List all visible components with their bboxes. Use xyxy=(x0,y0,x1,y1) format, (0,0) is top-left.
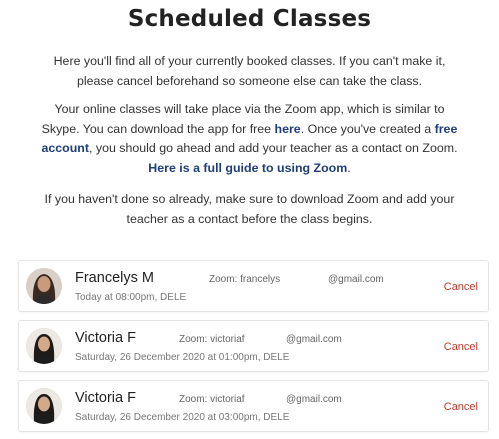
teacher-name: Victoria F xyxy=(75,330,136,346)
zoom-id: Zoom: victoriaf xyxy=(179,334,245,345)
teacher-email: @gmail.com xyxy=(328,274,384,285)
cancel-class-button[interactable]: Cancel xyxy=(444,401,478,413)
zoom-info-text: Your online classes will take place via … xyxy=(40,100,459,178)
page-title: Scheduled Classes xyxy=(127,6,372,32)
teacher-email: @gmail.com xyxy=(286,334,342,345)
class-time: Today at 08:00pm, DELE xyxy=(75,292,187,303)
teacher-name: Francelys M xyxy=(75,270,154,286)
class-time: Saturday, 26 December 2020 at 01:00pm, D… xyxy=(75,352,290,363)
cancel-class-button[interactable]: Cancel xyxy=(444,281,478,293)
teacher-avatar xyxy=(26,388,62,424)
class-time: Saturday, 26 December 2020 at 03:00pm, D… xyxy=(75,412,290,423)
class-card: Victoria F Saturday, 26 December 2020 at… xyxy=(18,380,489,432)
cancel-class-button[interactable]: Cancel xyxy=(444,341,478,353)
class-card: Francelys M Today at 08:00pm, DELE Zoom:… xyxy=(18,260,489,312)
intro-text: Here you'll find all of your currently b… xyxy=(53,54,446,88)
teacher-name: Victoria F xyxy=(75,390,136,406)
zoom-info-part-2: . Once you've created a xyxy=(300,121,435,136)
reminder-text: If you haven't done so already, make sur… xyxy=(44,192,455,226)
teacher-avatar xyxy=(26,268,62,304)
zoom-guide-link[interactable]: Here is a full guide to using Zoom xyxy=(148,161,347,175)
zoom-download-link[interactable]: here xyxy=(275,122,301,136)
teacher-email: @gmail.com xyxy=(286,394,342,405)
class-card: Victoria F Saturday, 26 December 2020 at… xyxy=(18,320,489,372)
teacher-avatar xyxy=(26,328,62,364)
zoom-id: Zoom: francelys xyxy=(209,274,281,285)
zoom-info-part-4: . xyxy=(347,160,351,175)
zoom-info-part-3: , you should go ahead and add your teach… xyxy=(88,141,458,155)
zoom-id: Zoom: victoriaf xyxy=(179,394,245,405)
